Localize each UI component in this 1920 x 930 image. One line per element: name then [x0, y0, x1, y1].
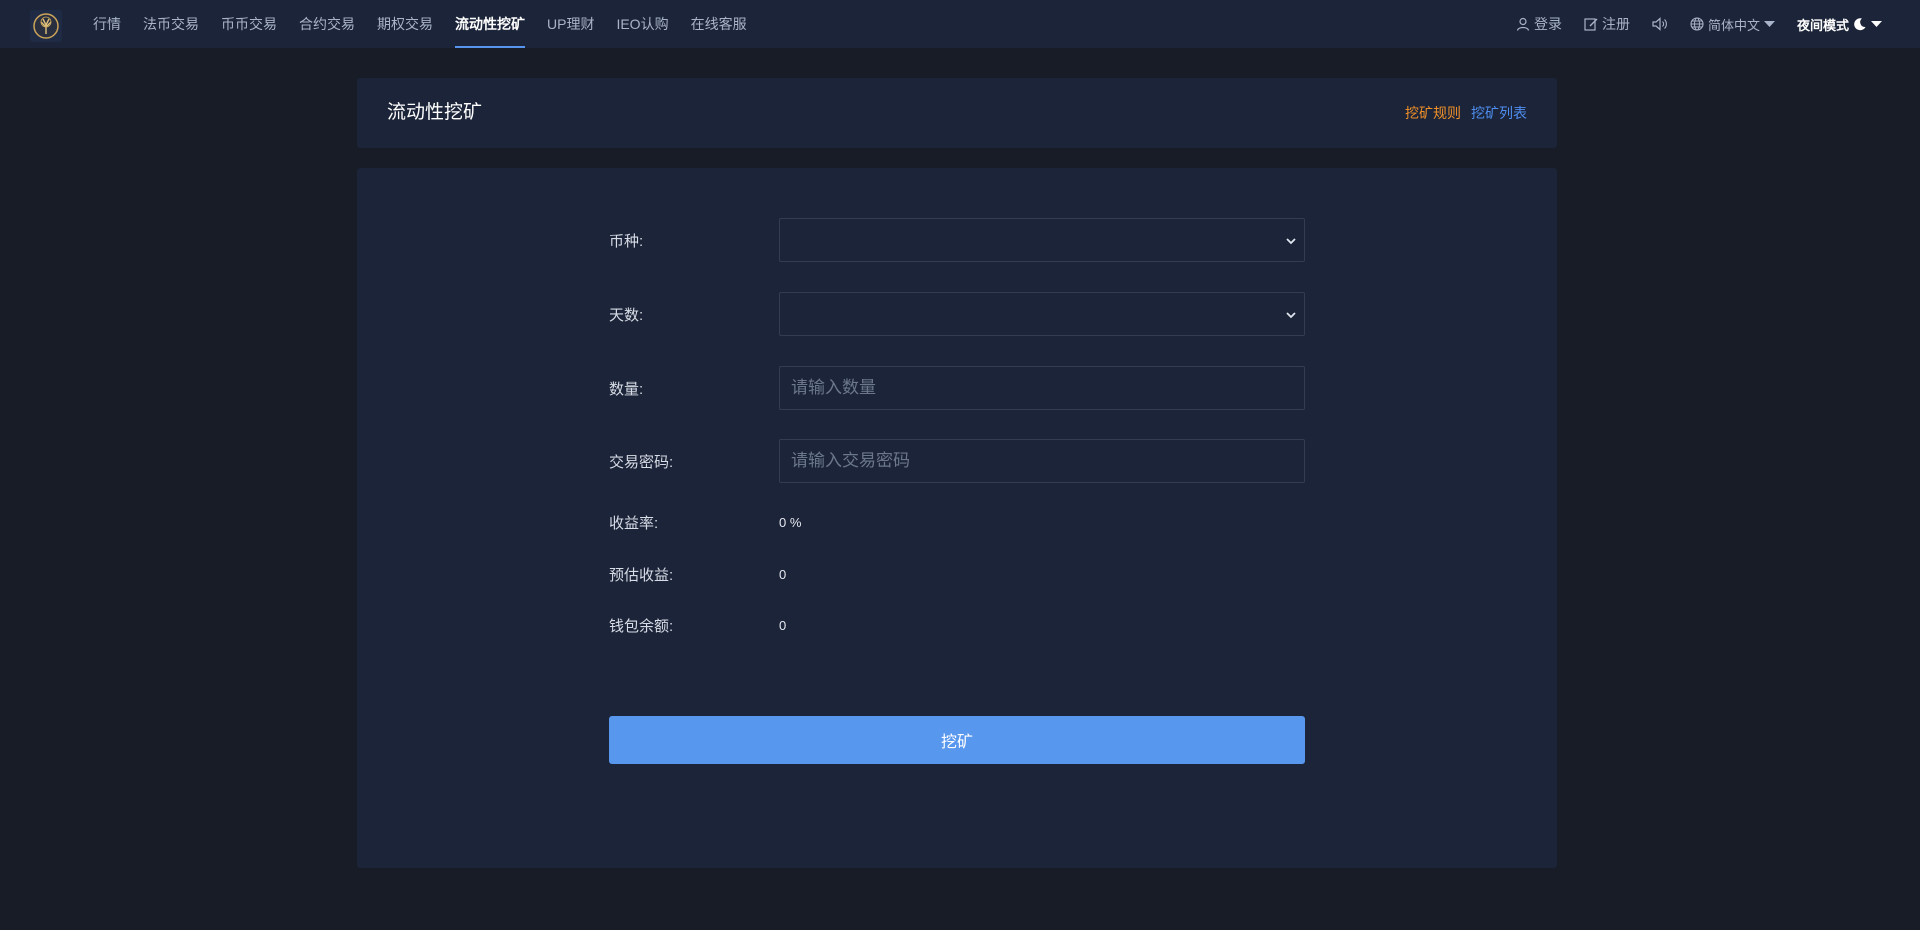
caret-down-icon: [1763, 20, 1775, 28]
password-field: [779, 439, 1305, 483]
globe-icon: [1690, 17, 1704, 31]
top-navbar: 行情 法币交易 币币交易 合约交易 期权交易 流动性挖矿 UP理财 IEO认购 …: [0, 0, 1920, 48]
currency-label: 币种:: [609, 233, 644, 250]
user-icon: [1516, 17, 1530, 31]
nav-item-spot-trading[interactable]: 币币交易: [210, 0, 288, 48]
nav-item-liquidity-mining[interactable]: 流动性挖矿: [444, 0, 536, 48]
mining-form: 币种: 天数: 数量: 交易密码: 收益率: 0 % 预估收益: 0 钱包余额:: [357, 168, 1557, 868]
nav-item-market[interactable]: 行情: [82, 0, 132, 48]
page-title: 流动性挖矿: [387, 102, 483, 123]
nav-item-up-finance[interactable]: UP理财: [536, 0, 605, 48]
header-links: 挖矿规则 挖矿列表: [1405, 78, 1527, 148]
register-link[interactable]: 注册: [1584, 14, 1630, 34]
theme-label: 夜间模式: [1796, 17, 1849, 33]
amount-field: [779, 366, 1305, 410]
speaker-icon: [1652, 17, 1668, 31]
balance-value: 0: [779, 618, 787, 633]
estimated-value: 0: [779, 567, 787, 582]
user-nav: 登录 注册 简体中文 夜间模式: [1494, 0, 1882, 48]
amount-label: 数量:: [609, 381, 644, 398]
register-label: 注册: [1601, 16, 1630, 32]
login-link[interactable]: 登录: [1516, 14, 1562, 34]
mining-rules-link[interactable]: 挖矿规则: [1405, 103, 1461, 123]
moon-icon: [1853, 17, 1867, 31]
days-label: 天数:: [609, 307, 644, 324]
nav-item-online-support[interactable]: 在线客服: [680, 0, 758, 48]
language-selector[interactable]: 简体中文: [1690, 15, 1775, 34]
edit-icon: [1584, 17, 1598, 31]
language-label: 简体中文: [1707, 17, 1760, 33]
chevron-down-icon: [1286, 312, 1296, 319]
days-select[interactable]: [779, 292, 1305, 336]
chevron-down-icon: [1286, 238, 1296, 245]
caret-down-icon: [1871, 20, 1882, 28]
login-label: 登录: [1533, 16, 1562, 32]
logo-icon[interactable]: [30, 10, 62, 42]
estimated-label: 预估收益:: [609, 567, 674, 584]
amount-input[interactable]: [780, 367, 1304, 409]
main-nav: 行情 法币交易 币币交易 合约交易 期权交易 流动性挖矿 UP理财 IEO认购 …: [82, 0, 758, 48]
page-header: 流动性挖矿 挖矿规则 挖矿列表: [357, 78, 1557, 148]
nav-item-fiat-trading[interactable]: 法币交易: [132, 0, 210, 48]
nav-item-contract-trading[interactable]: 合约交易: [288, 0, 366, 48]
mine-button[interactable]: 挖矿: [609, 716, 1305, 764]
sound-toggle[interactable]: [1652, 17, 1668, 31]
currency-select[interactable]: [779, 218, 1305, 262]
mining-list-link[interactable]: 挖矿列表: [1471, 103, 1527, 123]
theme-selector[interactable]: 夜间模式: [1797, 15, 1882, 34]
password-label: 交易密码:: [609, 454, 674, 471]
nav-item-options-trading[interactable]: 期权交易: [366, 0, 444, 48]
password-input[interactable]: [780, 440, 1304, 482]
balance-label: 钱包余额:: [609, 618, 674, 635]
nav-item-ieo[interactable]: IEO认购: [605, 0, 679, 48]
yield-value: 0 %: [779, 515, 802, 530]
yield-label: 收益率:: [609, 515, 659, 532]
